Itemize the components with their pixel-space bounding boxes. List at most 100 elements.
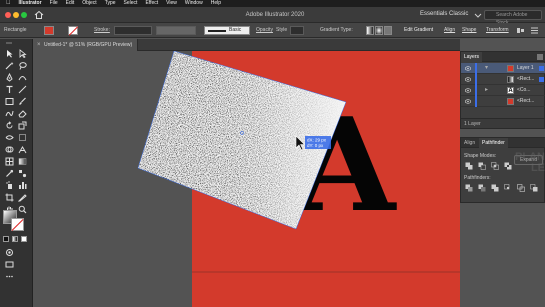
stroke-color-proxy[interactable] bbox=[11, 218, 24, 232]
chevron-right-icon[interactable]: ▸ bbox=[485, 85, 488, 96]
visibility-eye-icon[interactable] bbox=[465, 77, 471, 82]
mesh-tool-icon[interactable] bbox=[5, 157, 14, 166]
layer-name[interactable]: <Rect... bbox=[517, 96, 534, 107]
draw-normal-icon[interactable] bbox=[5, 248, 14, 257]
menu-effect[interactable]: Effect bbox=[145, 0, 158, 7]
graphic-style-select[interactable] bbox=[290, 26, 304, 35]
stroke-label[interactable]: Stroke: bbox=[94, 27, 110, 33]
shape-link[interactable]: Shape bbox=[462, 27, 476, 33]
slice-tool-icon[interactable] bbox=[18, 193, 27, 202]
eraser-tool-icon[interactable] bbox=[18, 109, 27, 118]
gradient-tool-icon[interactable] bbox=[18, 157, 27, 166]
menu-object[interactable]: Object bbox=[82, 0, 96, 7]
apple-icon[interactable]:  bbox=[6, 0, 11, 7]
layer-row-rectangle-2[interactable]: <Rect... bbox=[461, 96, 545, 107]
tab-layers[interactable]: Layers bbox=[461, 52, 483, 62]
color-button[interactable] bbox=[3, 236, 9, 242]
menu-view[interactable]: View bbox=[166, 0, 177, 7]
close-tab-icon[interactable]: × bbox=[37, 39, 41, 51]
maximize-window-button[interactable] bbox=[21, 12, 27, 18]
blend-tool-icon[interactable] bbox=[18, 169, 27, 178]
fill-swatch[interactable] bbox=[44, 26, 54, 35]
selection-indicator[interactable] bbox=[539, 66, 544, 71]
minus-back-icon[interactable] bbox=[530, 184, 538, 192]
gradient-button[interactable] bbox=[12, 236, 18, 242]
canvas[interactable]: A dX: 29 px dY: 0 px bbox=[34, 51, 460, 307]
curvature-tool-icon[interactable] bbox=[18, 73, 27, 82]
symbol-sprayer-tool-icon[interactable] bbox=[5, 181, 14, 190]
artboard-tool-icon[interactable] bbox=[5, 193, 14, 202]
minus-front-icon[interactable] bbox=[478, 162, 486, 170]
crop-icon[interactable] bbox=[504, 184, 512, 192]
close-window-button[interactable] bbox=[5, 12, 11, 18]
menu-edit[interactable]: Edit bbox=[66, 0, 75, 7]
stroke-swatch[interactable] bbox=[68, 26, 78, 35]
eyedropper-tool-icon[interactable] bbox=[5, 169, 14, 178]
trim-icon[interactable] bbox=[478, 184, 486, 192]
minimize-window-button[interactable] bbox=[13, 12, 19, 18]
visibility-eye-icon[interactable] bbox=[465, 88, 471, 93]
rotate-tool-icon[interactable] bbox=[5, 121, 14, 130]
align-icon[interactable] bbox=[516, 26, 525, 35]
visibility-eye-icon[interactable] bbox=[465, 99, 471, 104]
brush-definition-select[interactable]: Basic bbox=[204, 26, 250, 35]
transform-link[interactable]: Transform bbox=[486, 27, 509, 33]
scale-tool-icon[interactable] bbox=[18, 121, 27, 130]
selection-indicator[interactable] bbox=[539, 77, 544, 82]
layer-name[interactable]: <Rect... bbox=[517, 74, 534, 85]
merge-icon[interactable] bbox=[491, 184, 499, 192]
linear-gradient-button[interactable] bbox=[366, 26, 374, 35]
more-tools-icon[interactable] bbox=[5, 272, 14, 281]
layer-name[interactable]: Layer 1 bbox=[517, 63, 534, 74]
column-graph-tool-icon[interactable] bbox=[18, 181, 27, 190]
unite-icon[interactable] bbox=[465, 162, 473, 170]
layer-row-layer-1[interactable]: ▾ Layer 1 bbox=[461, 63, 545, 74]
none-button[interactable] bbox=[21, 236, 27, 242]
selection-tool-icon[interactable] bbox=[5, 49, 14, 58]
expand-button[interactable]: Expand bbox=[514, 155, 543, 165]
layer-name[interactable]: <Co... bbox=[517, 85, 530, 96]
menu-select[interactable]: Select bbox=[124, 0, 138, 7]
artwork[interactable]: A dX: 29 px dY: 0 px bbox=[34, 51, 460, 307]
stroke-weight-input[interactable] bbox=[114, 26, 152, 35]
tab-pathfinder[interactable]: Pathfinder bbox=[479, 138, 508, 148]
divide-icon[interactable] bbox=[465, 184, 473, 192]
layer-row-compound-path[interactable]: ▸ A <Co... bbox=[461, 85, 545, 96]
menu-help[interactable]: Help bbox=[211, 0, 221, 7]
shape-builder-tool-icon[interactable] bbox=[5, 145, 14, 154]
pen-tool-icon[interactable] bbox=[5, 73, 14, 82]
tab-align[interactable]: Align bbox=[461, 138, 478, 148]
shaper-tool-icon[interactable] bbox=[5, 109, 14, 118]
menu-file[interactable]: File bbox=[50, 0, 58, 7]
intersect-icon[interactable] bbox=[491, 162, 499, 170]
panel-menu-icon[interactable] bbox=[537, 54, 543, 60]
lasso-tool-icon[interactable] bbox=[18, 61, 27, 70]
free-transform-tool-icon[interactable] bbox=[18, 133, 27, 142]
rectangle-tool-icon[interactable] bbox=[5, 97, 14, 106]
line-segment-tool-icon[interactable] bbox=[18, 85, 27, 94]
menu-type[interactable]: Type bbox=[105, 0, 116, 7]
chevron-down-icon[interactable] bbox=[474, 11, 482, 19]
freeform-gradient-button[interactable] bbox=[384, 26, 392, 35]
home-icon[interactable] bbox=[34, 10, 44, 20]
direct-selection-tool-icon[interactable] bbox=[18, 49, 27, 58]
paintbrush-tool-icon[interactable] bbox=[18, 97, 27, 106]
screen-mode-icon[interactable] bbox=[5, 260, 14, 269]
magic-wand-tool-icon[interactable] bbox=[5, 61, 14, 70]
document-tab[interactable]: × Untitled-1* @ 51% (RGB/GPU Preview) bbox=[34, 39, 138, 51]
edit-gradient-button[interactable]: Edit Gradient bbox=[404, 27, 433, 33]
opacity-label[interactable]: Opacity bbox=[256, 27, 273, 33]
workspace-switcher[interactable]: Essentials Classic bbox=[420, 11, 468, 17]
menu-window[interactable]: Window bbox=[185, 0, 203, 7]
align-link[interactable]: Align bbox=[444, 27, 455, 33]
layer-row-rectangle-1[interactable]: <Rect... bbox=[461, 74, 545, 85]
exclude-icon[interactable] bbox=[504, 162, 512, 170]
width-tool-icon[interactable] bbox=[5, 133, 14, 142]
perspective-grid-tool-icon[interactable] bbox=[18, 145, 27, 154]
type-tool-icon[interactable] bbox=[5, 85, 14, 94]
panel-menu-icon[interactable] bbox=[530, 26, 539, 35]
variable-width-select[interactable] bbox=[156, 26, 196, 35]
visibility-eye-icon[interactable] bbox=[465, 66, 471, 71]
outline-icon[interactable] bbox=[517, 184, 525, 192]
chevron-down-icon[interactable]: ▾ bbox=[485, 63, 488, 74]
